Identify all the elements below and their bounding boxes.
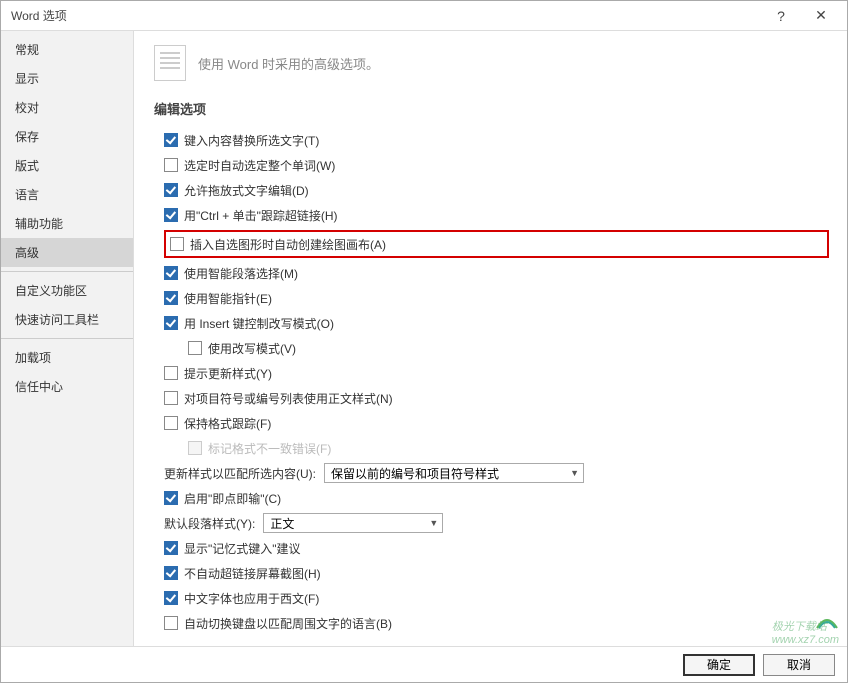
sidebar-item-advanced[interactable]: 高级 <box>1 238 133 267</box>
checkbox[interactable] <box>164 208 178 222</box>
option-row[interactable]: 对项目符号或编号列表使用正文样式(N) <box>164 388 829 408</box>
highlighted-option: 插入自选图形时自动创建绘图画布(A) <box>164 230 829 258</box>
checkbox[interactable] <box>164 366 178 380</box>
sidebar-item-save[interactable]: 保存 <box>1 122 133 151</box>
option-label: 中文字体也应用于西文(F) <box>184 590 319 607</box>
header-text: 使用 Word 时采用的高级选项。 <box>198 54 379 73</box>
option-label: 使用改写模式(V) <box>208 340 296 357</box>
header: 使用 Word 时采用的高级选项。 <box>154 45 829 81</box>
close-button[interactable]: ✕ <box>801 2 841 30</box>
main-panel: 使用 Word 时采用的高级选项。 编辑选项 键入内容替换所选文字(T) 选定时… <box>134 31 847 649</box>
options-list: 键入内容替换所选文字(T) 选定时自动选定整个单词(W) 允许拖放式文字编辑(D… <box>154 130 829 633</box>
combo-value: 正文 <box>270 515 294 532</box>
watermark: 极光下载站 www.xz7.com <box>772 618 839 646</box>
ok-button[interactable]: 确定 <box>683 654 755 676</box>
option-row[interactable]: 插入自选图形时自动创建绘图画布(A) <box>170 234 823 254</box>
content-area: 常规 显示 校对 保存 版式 语言 辅助功能 高级 自定义功能区 快速访问工具栏… <box>1 31 847 649</box>
checkbox[interactable] <box>164 541 178 555</box>
combo-label: 默认段落样式(Y): <box>164 515 255 532</box>
option-label: 保持格式跟踪(F) <box>184 415 271 432</box>
option-label: 插入自选图形时自动创建绘图画布(A) <box>190 236 386 253</box>
combo-label: 更新样式以匹配所选内容(U): <box>164 465 316 482</box>
option-row[interactable]: 用"Ctrl + 单击"跟踪超链接(H) <box>164 205 829 225</box>
footer: 确定 取消 <box>1 646 847 682</box>
sidebar: 常规 显示 校对 保存 版式 语言 辅助功能 高级 自定义功能区 快速访问工具栏… <box>1 31 134 649</box>
checkbox[interactable] <box>164 616 178 630</box>
default-para-combo[interactable]: 正文 ▼ <box>263 513 443 533</box>
option-row[interactable]: 启用"即点即输"(C) <box>164 488 829 508</box>
option-label: 自动切换键盘以匹配周围文字的语言(B) <box>184 615 392 632</box>
option-row[interactable]: 显示"记忆式键入"建议 <box>164 538 829 558</box>
checkbox[interactable] <box>164 266 178 280</box>
help-button[interactable]: ? <box>761 2 801 30</box>
sidebar-item-proofing[interactable]: 校对 <box>1 93 133 122</box>
options-dialog: Word 选项 ? ✕ 常规 显示 校对 保存 版式 语言 辅助功能 高级 自定… <box>0 0 848 683</box>
sidebar-item-customize-ribbon[interactable]: 自定义功能区 <box>1 276 133 305</box>
option-row[interactable]: 中文字体也应用于西文(F) <box>164 588 829 608</box>
document-icon <box>154 45 186 81</box>
option-row[interactable]: 用 Insert 键控制改写模式(O) <box>164 313 829 333</box>
option-label: 显示"记忆式键入"建议 <box>184 540 301 557</box>
sidebar-item-accessibility[interactable]: 辅助功能 <box>1 209 133 238</box>
option-row[interactable]: 选定时自动选定整个单词(W) <box>164 155 829 175</box>
option-label: 启用"即点即输"(C) <box>184 490 281 507</box>
option-label: 允许拖放式文字编辑(D) <box>184 182 309 199</box>
combo-row: 更新样式以匹配所选内容(U): 保留以前的编号和项目符号样式 ▼ <box>164 463 829 483</box>
checkbox[interactable] <box>164 391 178 405</box>
dialog-title: Word 选项 <box>11 7 761 24</box>
separator <box>1 338 133 339</box>
checkbox[interactable] <box>164 416 178 430</box>
checkbox[interactable] <box>164 183 178 197</box>
option-label: 选定时自动选定整个单词(W) <box>184 157 335 174</box>
option-row[interactable]: 保持格式跟踪(F) <box>164 413 829 433</box>
option-label: 使用智能指针(E) <box>184 290 272 307</box>
option-row[interactable]: 提示更新样式(Y) <box>164 363 829 383</box>
checkbox[interactable] <box>164 291 178 305</box>
section-title: 编辑选项 <box>154 99 829 118</box>
separator <box>1 271 133 272</box>
checkbox[interactable] <box>164 591 178 605</box>
option-label: 用 Insert 键控制改写模式(O) <box>184 315 334 332</box>
sidebar-item-general[interactable]: 常规 <box>1 35 133 64</box>
option-label: 标记格式不一致错误(F) <box>208 440 331 457</box>
sidebar-item-trust-center[interactable]: 信任中心 <box>1 372 133 401</box>
chevron-down-icon: ▼ <box>570 468 579 478</box>
option-row[interactable]: 使用智能段落选择(M) <box>164 263 829 283</box>
option-label: 键入内容替换所选文字(T) <box>184 132 319 149</box>
option-row[interactable]: 键入内容替换所选文字(T) <box>164 130 829 150</box>
sidebar-item-quick-access[interactable]: 快速访问工具栏 <box>1 305 133 334</box>
option-label: 用"Ctrl + 单击"跟踪超链接(H) <box>184 207 338 224</box>
checkbox[interactable] <box>164 566 178 580</box>
option-label: 对项目符号或编号列表使用正文样式(N) <box>184 390 393 407</box>
checkbox[interactable] <box>164 158 178 172</box>
checkbox[interactable] <box>164 491 178 505</box>
checkbox[interactable] <box>164 316 178 330</box>
option-row[interactable]: 允许拖放式文字编辑(D) <box>164 180 829 200</box>
checkbox-disabled <box>188 441 202 455</box>
checkbox[interactable] <box>188 341 202 355</box>
option-row[interactable]: 使用智能指针(E) <box>164 288 829 308</box>
option-label: 不自动超链接屏幕截图(H) <box>184 565 321 582</box>
style-update-combo[interactable]: 保留以前的编号和项目符号样式 ▼ <box>324 463 584 483</box>
option-row[interactable]: 不自动超链接屏幕截图(H) <box>164 563 829 583</box>
watermark-text: 极光下载站 <box>772 621 827 633</box>
cancel-button[interactable]: 取消 <box>763 654 835 676</box>
sidebar-item-language[interactable]: 语言 <box>1 180 133 209</box>
checkbox[interactable] <box>170 237 184 251</box>
sidebar-item-layout[interactable]: 版式 <box>1 151 133 180</box>
sidebar-item-display[interactable]: 显示 <box>1 64 133 93</box>
watermark-url: www.xz7.com <box>772 634 839 646</box>
sidebar-item-addins[interactable]: 加载项 <box>1 343 133 372</box>
option-label: 提示更新样式(Y) <box>184 365 272 382</box>
combo-value: 保留以前的编号和项目符号样式 <box>331 465 499 482</box>
option-row[interactable]: 自动切换键盘以匹配周围文字的语言(B) <box>164 613 829 633</box>
option-row[interactable]: 使用改写模式(V) <box>188 338 829 358</box>
checkbox[interactable] <box>164 133 178 147</box>
chevron-down-icon: ▼ <box>429 518 438 528</box>
titlebar: Word 选项 ? ✕ <box>1 1 847 31</box>
combo-row: 默认段落样式(Y): 正文 ▼ <box>164 513 829 533</box>
option-label: 使用智能段落选择(M) <box>184 265 298 282</box>
option-row-disabled: 标记格式不一致错误(F) <box>188 438 829 458</box>
